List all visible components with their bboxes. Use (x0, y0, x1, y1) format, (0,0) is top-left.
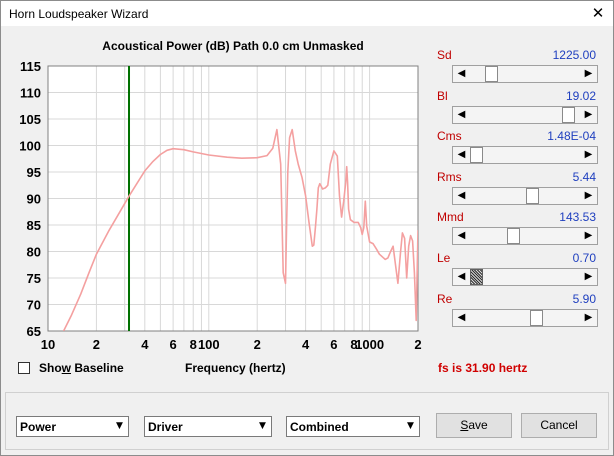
param-name: Mmd (437, 210, 464, 224)
param-name: Re (437, 292, 453, 306)
output-type-value: Power (20, 420, 57, 434)
param-value: 5.44 (572, 170, 596, 184)
param-slider[interactable]: ◀ ▶ (452, 146, 598, 164)
param-slider[interactable]: ◀ ▶ (452, 268, 598, 286)
arrow-left-icon[interactable]: ◀ (453, 228, 470, 244)
x-tick-label: 2 (414, 337, 421, 352)
x-tick-label: 2 (93, 337, 100, 352)
x-tick-label: 6 (170, 337, 177, 352)
slider-thumb[interactable] (484, 66, 498, 82)
slider-thumb[interactable] (530, 310, 544, 326)
arrow-left-icon[interactable]: ◀ (453, 107, 470, 123)
param-slider[interactable]: ◀ ▶ (452, 65, 598, 83)
param-name: Sd (437, 48, 452, 62)
arrow-right-icon[interactable]: ▶ (580, 66, 597, 82)
param-slider[interactable]: ◀ ▶ (452, 187, 598, 205)
fs-readout: fs is 31.90 hertz (438, 361, 528, 375)
y-tick-label: 65 (27, 324, 41, 339)
y-tick-label: 110 (20, 86, 41, 101)
param-slider[interactable]: ◀ ▶ (452, 106, 598, 124)
param-value: 143.53 (559, 210, 596, 224)
param-name: Cms (437, 129, 462, 143)
param-value: 1.48E-04 (547, 129, 596, 143)
y-tick-label: 115 (20, 59, 41, 74)
y-tick-label: 95 (27, 165, 41, 180)
slider-thumb[interactable] (470, 269, 483, 285)
output-type-select[interactable]: Power ▼ (16, 416, 129, 437)
slider-thumb[interactable] (470, 147, 483, 163)
x-tick-label: 4 (302, 337, 310, 352)
param-value: 5.90 (572, 292, 596, 306)
mode-value: Combined (290, 420, 349, 434)
param-slider[interactable]: ◀ ▶ (452, 309, 598, 327)
param-name: Le (437, 251, 451, 265)
arrow-left-icon[interactable]: ◀ (453, 188, 470, 204)
y-tick-label: 85 (27, 218, 41, 233)
chevron-down-icon[interactable]: ▼ (111, 417, 128, 436)
x-tick-label: 6 (330, 337, 337, 352)
param-re: Re 5.90 ◀ ▶ (436, 292, 598, 332)
arrow-right-icon[interactable]: ▶ (580, 107, 597, 123)
show-baseline-label[interactable]: Show Baseline (39, 361, 124, 375)
x-tick-label: 8 (190, 337, 197, 352)
x-tick-label: 100 (198, 337, 220, 352)
y-tick-label: 90 (27, 192, 41, 207)
arrow-right-icon[interactable]: ▶ (580, 269, 597, 285)
param-name: Rms (437, 170, 462, 184)
save-button[interactable]: Save (436, 413, 512, 438)
y-tick-label: 75 (27, 271, 41, 286)
param-slider[interactable]: ◀ ▶ (452, 227, 598, 245)
x-tick-label: 2 (254, 337, 261, 352)
param-bl: Bl 19.02 ◀ ▶ (436, 89, 598, 129)
arrow-left-icon[interactable]: ◀ (453, 310, 470, 326)
y-tick-label: 100 (19, 139, 41, 154)
y-tick-label: 105 (19, 112, 41, 127)
param-le: Le 0.70 ◀ ▶ (436, 251, 598, 291)
y-tick-label: 80 (27, 245, 41, 260)
cancel-button[interactable]: Cancel (521, 413, 597, 438)
param-sd: Sd 1225.00 ◀ ▶ (436, 48, 598, 88)
slider-thumb[interactable] (562, 107, 576, 123)
chevron-down-icon[interactable]: ▼ (402, 417, 419, 436)
chevron-down-icon[interactable]: ▼ (254, 417, 271, 436)
param-mmd: Mmd 143.53 ◀ ▶ (436, 210, 598, 250)
x-tick-label: 10 (41, 337, 55, 352)
param-rms: Rms 5.44 ◀ ▶ (436, 170, 598, 210)
param-name: Bl (437, 89, 448, 103)
arrow-left-icon[interactable]: ◀ (453, 66, 470, 82)
arrow-right-icon[interactable]: ▶ (580, 228, 597, 244)
param-value: 0.70 (572, 251, 596, 265)
param-value: 1225.00 (552, 48, 596, 62)
show-baseline-checkbox[interactable] (18, 362, 30, 374)
arrow-right-icon[interactable]: ▶ (580, 188, 597, 204)
slider-thumb[interactable] (506, 228, 520, 244)
source-value: Driver (148, 420, 183, 434)
arrow-left-icon[interactable]: ◀ (453, 147, 470, 163)
source-select[interactable]: Driver ▼ (144, 416, 272, 437)
mode-select[interactable]: Combined ▼ (286, 416, 420, 437)
slider-thumb[interactable] (526, 188, 540, 204)
x-tick-label: 1000 (355, 337, 384, 352)
param-cms: Cms 1.48E-04 ◀ ▶ (436, 129, 598, 169)
x-axis-label: Frequency (hertz) (185, 361, 286, 375)
param-value: 19.02 (565, 89, 596, 103)
x-tick-label: 4 (141, 337, 149, 352)
y-tick-label: 70 (27, 298, 41, 313)
arrow-right-icon[interactable]: ▶ (580, 310, 597, 326)
arrow-left-icon[interactable]: ◀ (453, 269, 470, 285)
arrow-right-icon[interactable]: ▶ (580, 147, 597, 163)
